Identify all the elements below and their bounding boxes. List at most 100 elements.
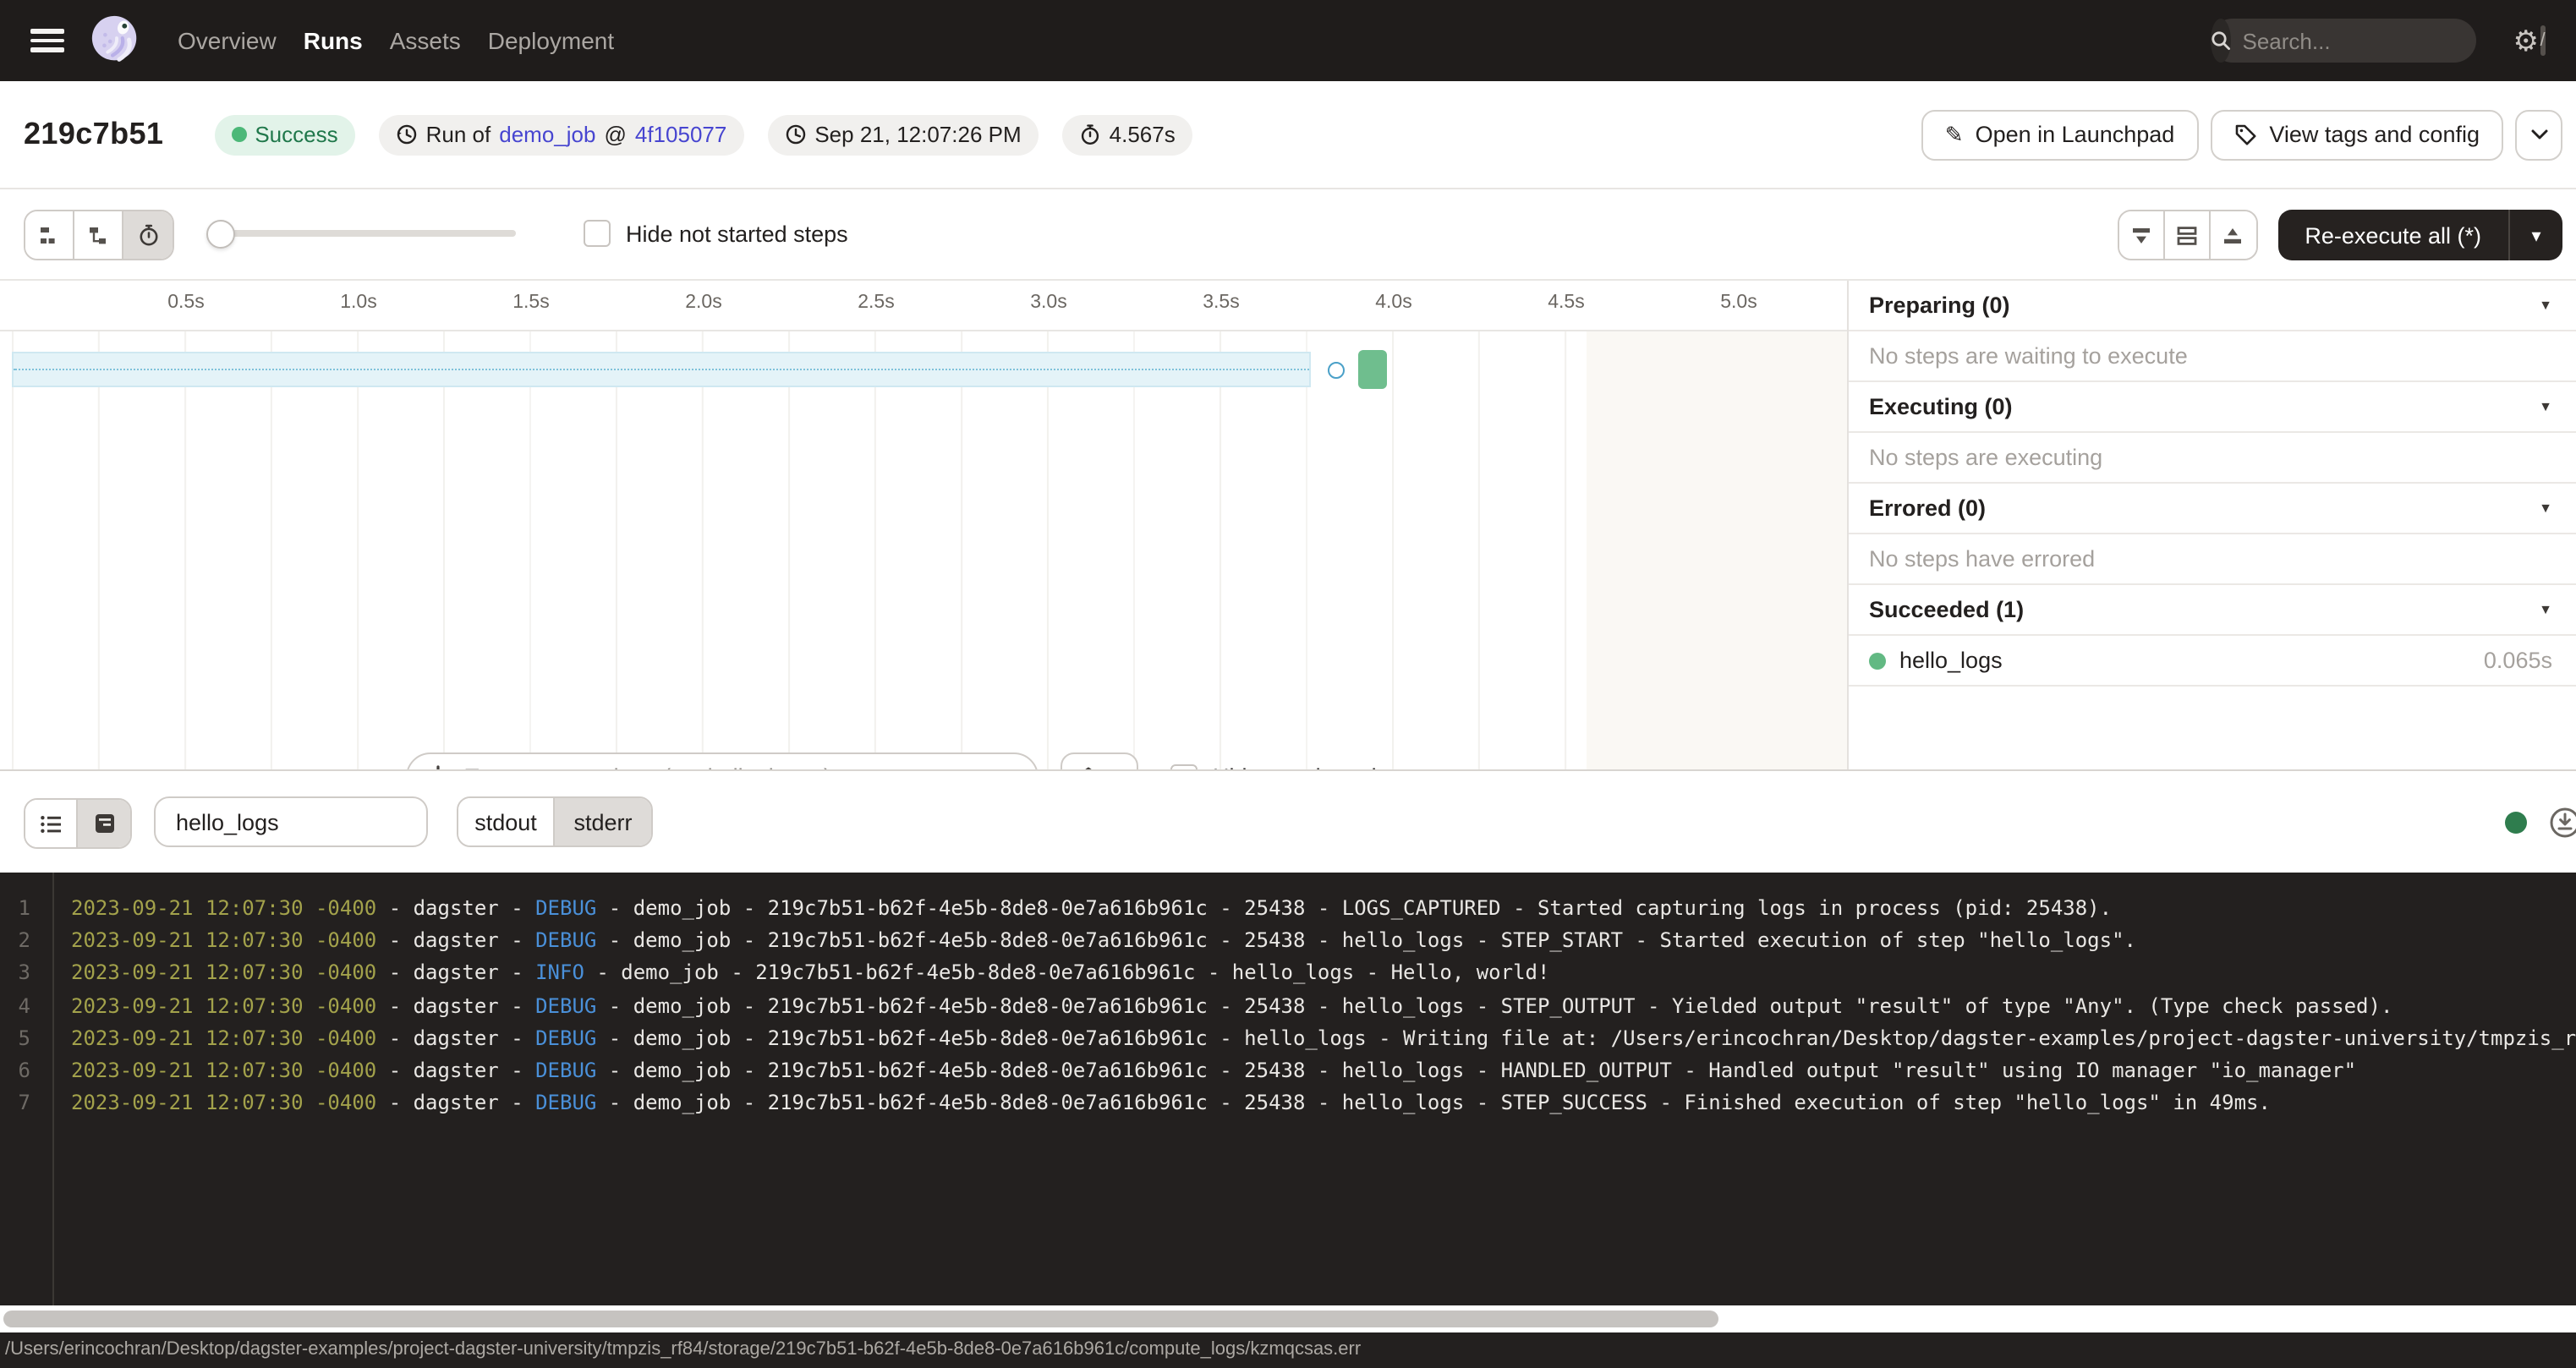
hide-unselected-row: Hide unselected steps [1170,752,1438,769]
step-subset-input[interactable] [406,752,1039,769]
run-of-tag: Run of demo_job @ 4f105077 [379,114,744,155]
search-shortcut-badge: / [2540,25,2546,56]
status-dot-icon [231,127,246,142]
tab-stderr[interactable]: stderr [555,798,651,845]
log-line: 5 2023-09-21 12:07:30 -0400 - dagster - … [0,1021,2576,1054]
gantt-out-of-range-region [1587,331,1847,769]
section-executing[interactable]: Executing (0) ▼ [1849,382,2576,433]
split-panels-button[interactable] [2164,211,2210,259]
structured-log-view-button[interactable] [25,800,78,847]
hide-not-started-row: Hide not started steps [584,210,848,257]
search-icon [2211,19,2231,63]
primary-nav: Overview Runs Assets Deployment [178,27,614,54]
succeeded-step-row[interactable]: hello_logs 0.065s [1849,636,2576,687]
step-status-panel: Preparing (0) ▼ No steps are waiting to … [1847,281,2576,769]
axis-tick: 2.0s [670,293,737,313]
raw-log-output[interactable]: 1 2023-09-21 12:07:30 -0400 - dagster - … [0,873,2576,1305]
panel-layout-group [2117,210,2257,260]
axis-tick: 5.0s [1705,293,1773,313]
top-nav: Overview Runs Assets Deployment / ⚙ [0,0,2576,81]
axis-tick: 2.5s [842,293,910,313]
chevron-down-icon [2529,128,2548,141]
view-tags-config-button[interactable]: View tags and config [2210,109,2503,160]
axis-tick: 3.5s [1187,293,1255,313]
step-duration: 0.065s [2484,635,2552,686]
log-file-path: /Users/erincochran/Desktop/dagster-examp… [5,1339,1361,1360]
axis-tick: 1.0s [325,293,392,313]
axis-tick: 3.0s [1015,293,1082,313]
stdout-stderr-tabs: stdout stderr [457,796,653,847]
flat-view-button[interactable] [25,211,74,259]
nav-link-assets[interactable]: Assets [390,27,461,54]
collapse-chevron-icon[interactable]: ▼ [2539,281,2552,331]
dagster-run-page: Overview Runs Assets Deployment / ⚙ 219c… [0,0,2576,1368]
section-succeeded[interactable]: Succeeded (1) ▼ [1849,585,2576,636]
log-line: 7 2023-09-21 12:07:30 -0400 - dagster - … [0,1087,2576,1120]
hide-unselected-checkbox[interactable] [1170,763,1198,769]
gear-icon[interactable]: ⚙ [2513,26,2540,55]
axis-tick: 1.5s [497,293,565,313]
stopwatch-icon [1079,123,1101,145]
step-query-options-button[interactable] [1061,752,1138,769]
gantt-zoom-slider[interactable] [211,210,516,257]
log-view-mode-group [24,798,132,849]
log-file-path-bar: /Users/erincochran/Desktop/dagster-examp… [0,1332,2576,1368]
axis-tick: 4.0s [1360,293,1428,313]
hide-not-started-checkbox[interactable] [584,220,611,247]
section-preparing[interactable]: Preparing (0) ▼ [1849,281,2576,331]
hamburger-menu-icon[interactable] [30,29,64,52]
executing-empty-text: No steps are executing [1849,433,2576,484]
reexecute-button[interactable]: Re-execute all (*) ▾ [2277,210,2562,260]
collapse-up-button[interactable] [2210,211,2255,259]
errored-empty-text: No steps have errored [1849,534,2576,585]
pencil-icon: ✎ [1945,123,1964,145]
step-subset-row: Hide unselected steps [0,752,1847,769]
reexecute-caret-icon[interactable]: ▾ [2508,210,2562,260]
nav-link-deployment[interactable]: Deployment [488,27,614,54]
global-search[interactable]: / [2211,19,2476,63]
collapse-down-button[interactable] [2118,211,2164,259]
log-line: 6 2023-09-21 12:07:30 -0400 - dagster - … [0,1054,2576,1087]
step-name[interactable]: hello_logs [1899,635,2003,686]
log-step-filter-input[interactable] [154,796,428,847]
axis-tick: 4.5s [1532,293,1600,313]
gantt-panel: 0.5s 1.0s 1.5s 2.0s 2.5s 3.0s 3.5s 4.0s … [0,281,1847,769]
success-dot-icon [1869,652,1886,669]
step-start-marker-icon [1328,361,1345,378]
open-in-launchpad-button[interactable]: ✎ Open in Launchpad [1921,109,2199,160]
nav-link-runs[interactable]: Runs [304,27,363,54]
download-log-icon[interactable] [2549,807,2576,839]
collapse-chevron-icon[interactable]: ▼ [2539,382,2552,433]
scrollbar-thumb[interactable] [3,1311,1718,1327]
clock-icon [784,123,806,145]
slider-thumb[interactable] [206,219,235,248]
run-id-title: 219c7b51 [24,117,163,152]
step-bar-hello-logs[interactable] [1358,350,1387,389]
tab-stdout[interactable]: stdout [458,798,555,845]
gantt-time-axis: 0.5s 1.0s 1.5s 2.0s 2.5s 3.0s 3.5s 4.0s … [0,281,1847,331]
waterfall-view-button[interactable] [74,211,123,259]
axis-tick: 0.5s [152,293,220,313]
tag-icon [2233,123,2257,146]
gantt-controls-row: Hide not started steps Re-execute all (*… [0,189,2576,281]
slider-track[interactable] [211,230,516,237]
log-line: 2 2023-09-21 12:07:30 -0400 - dagster - … [0,924,2576,957]
timestamp-tag: Sep 21, 12:07:26 PM [767,114,1038,155]
section-errored[interactable]: Errored (0) ▼ [1849,484,2576,534]
log-line: 3 2023-09-21 12:07:30 -0400 - dagster - … [0,956,2576,989]
reexecute-label[interactable]: Re-execute all (*) [2277,210,2508,260]
status-badge: Success [214,114,354,155]
timed-view-button[interactable] [123,211,173,259]
job-link[interactable]: demo_job [499,122,595,147]
snapshot-link[interactable]: 4f105077 [635,122,726,147]
log-capture-status-dot [2505,812,2527,834]
raw-log-view-button[interactable] [78,800,130,847]
collapse-chevron-icon[interactable]: ▼ [2539,484,2552,534]
search-input[interactable] [2231,28,2540,53]
run-actions-dropdown-button[interactable] [2515,109,2562,160]
collapse-chevron-icon[interactable]: ▼ [2539,585,2552,636]
dagster-logo-icon[interactable] [88,13,144,68]
nav-link-overview[interactable]: Overview [178,27,277,54]
log-line: 1 2023-09-21 12:07:30 -0400 - dagster - … [0,891,2576,924]
horizontal-scrollbar[interactable] [0,1305,2576,1332]
